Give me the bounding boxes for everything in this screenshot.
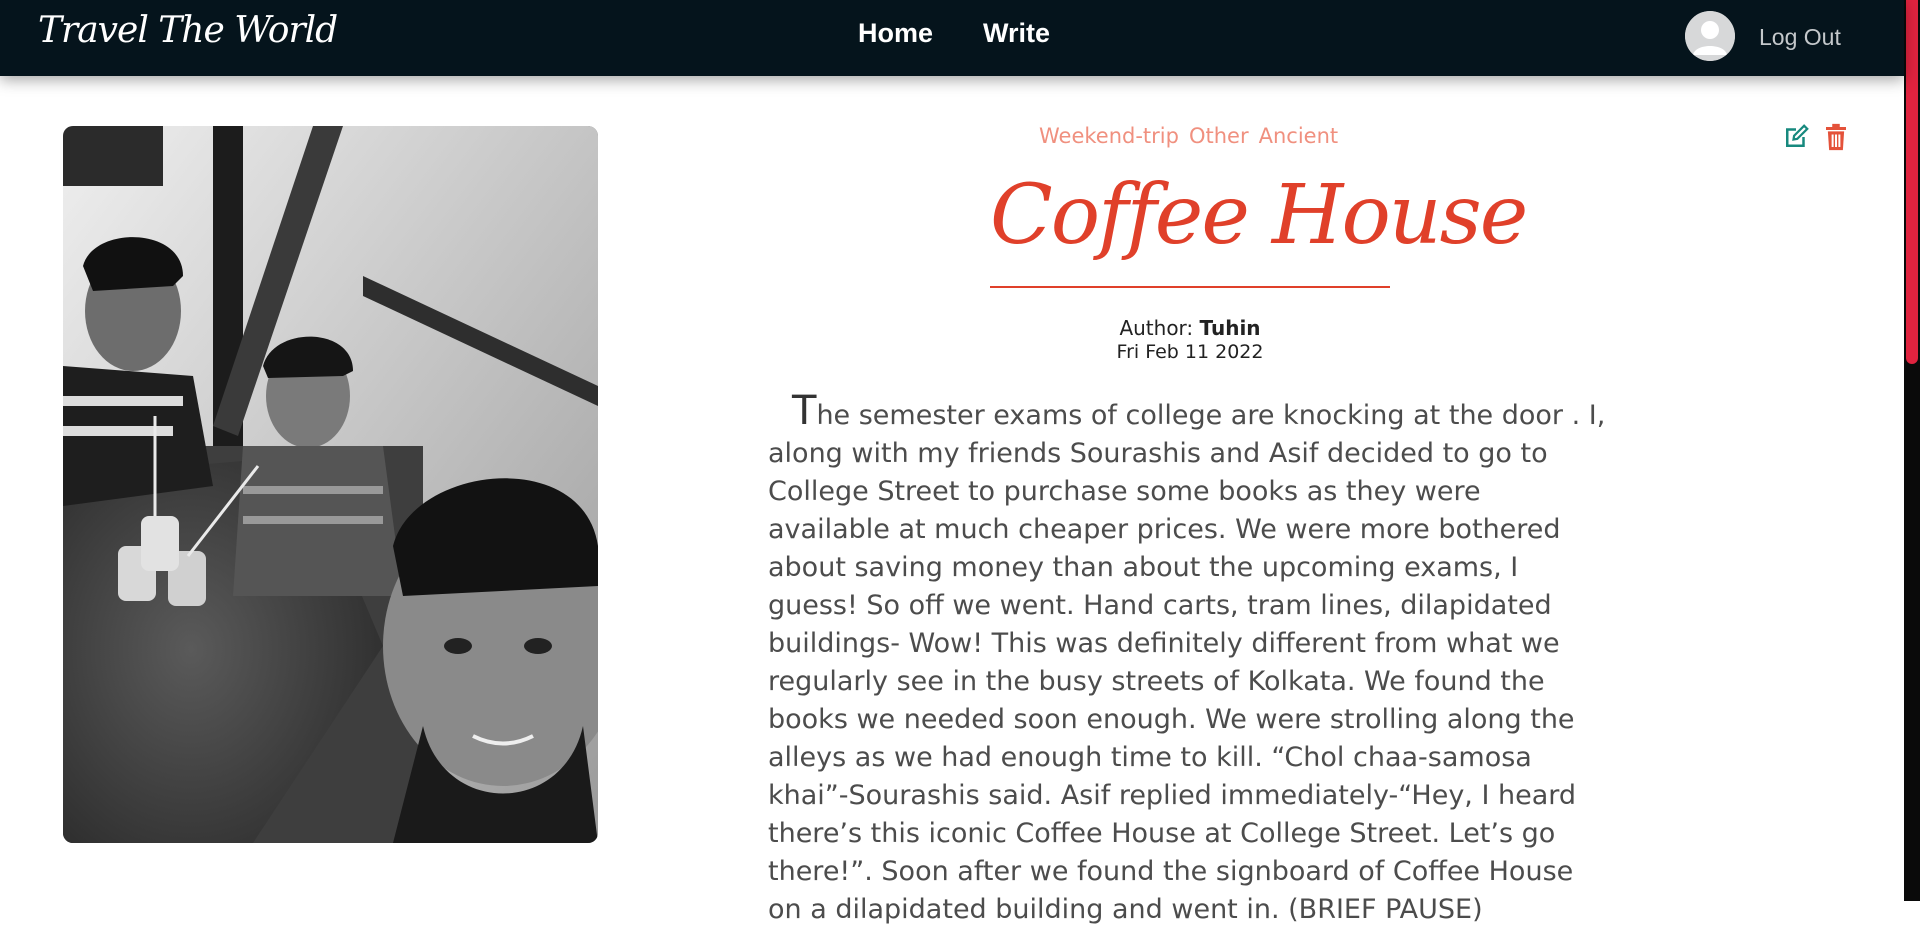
avatar-silhouette — [1685, 11, 1735, 61]
post-body-dropcap: T — [792, 388, 817, 434]
user-avatar-icon[interactable] — [1685, 11, 1735, 61]
scrollbar-thumb[interactable] — [1906, 0, 1918, 364]
post-image — [63, 126, 598, 843]
brand-logo[interactable]: Travel The World — [38, 10, 338, 51]
trash-icon[interactable] — [1821, 122, 1851, 152]
post-body-text: he semester exams of college are knockin… — [768, 400, 1606, 925]
tag-other[interactable]: Other — [1189, 124, 1249, 148]
tag-ancient[interactable]: Ancient — [1259, 124, 1339, 148]
post-actions — [1781, 122, 1851, 152]
nav-write-link[interactable]: Write — [983, 18, 1050, 49]
post-body: The semester exams of college are knocki… — [768, 391, 1608, 929]
post-title: Coffee House — [990, 168, 1528, 263]
post-date: Fri Feb 11 2022 — [1116, 341, 1264, 363]
author-label: Author: — [1119, 316, 1194, 340]
logout-link[interactable]: Log Out — [1759, 24, 1841, 51]
tag-weekend-trip[interactable]: Weekend-trip — [1039, 124, 1179, 148]
author-name[interactable]: Tuhin — [1200, 316, 1261, 340]
nav-links: Home Write — [858, 18, 1050, 49]
nav-home-link[interactable]: Home — [858, 18, 933, 49]
post-photo-illustration — [63, 126, 598, 843]
top-navbar: Travel The World Home Write Log Out — [0, 0, 1904, 76]
edit-icon[interactable] — [1781, 122, 1811, 152]
post-tags: Weekend-trip Other Ancient — [1039, 124, 1338, 148]
post-author: Author: Tuhin — [1000, 316, 1380, 340]
title-underline — [990, 286, 1390, 288]
